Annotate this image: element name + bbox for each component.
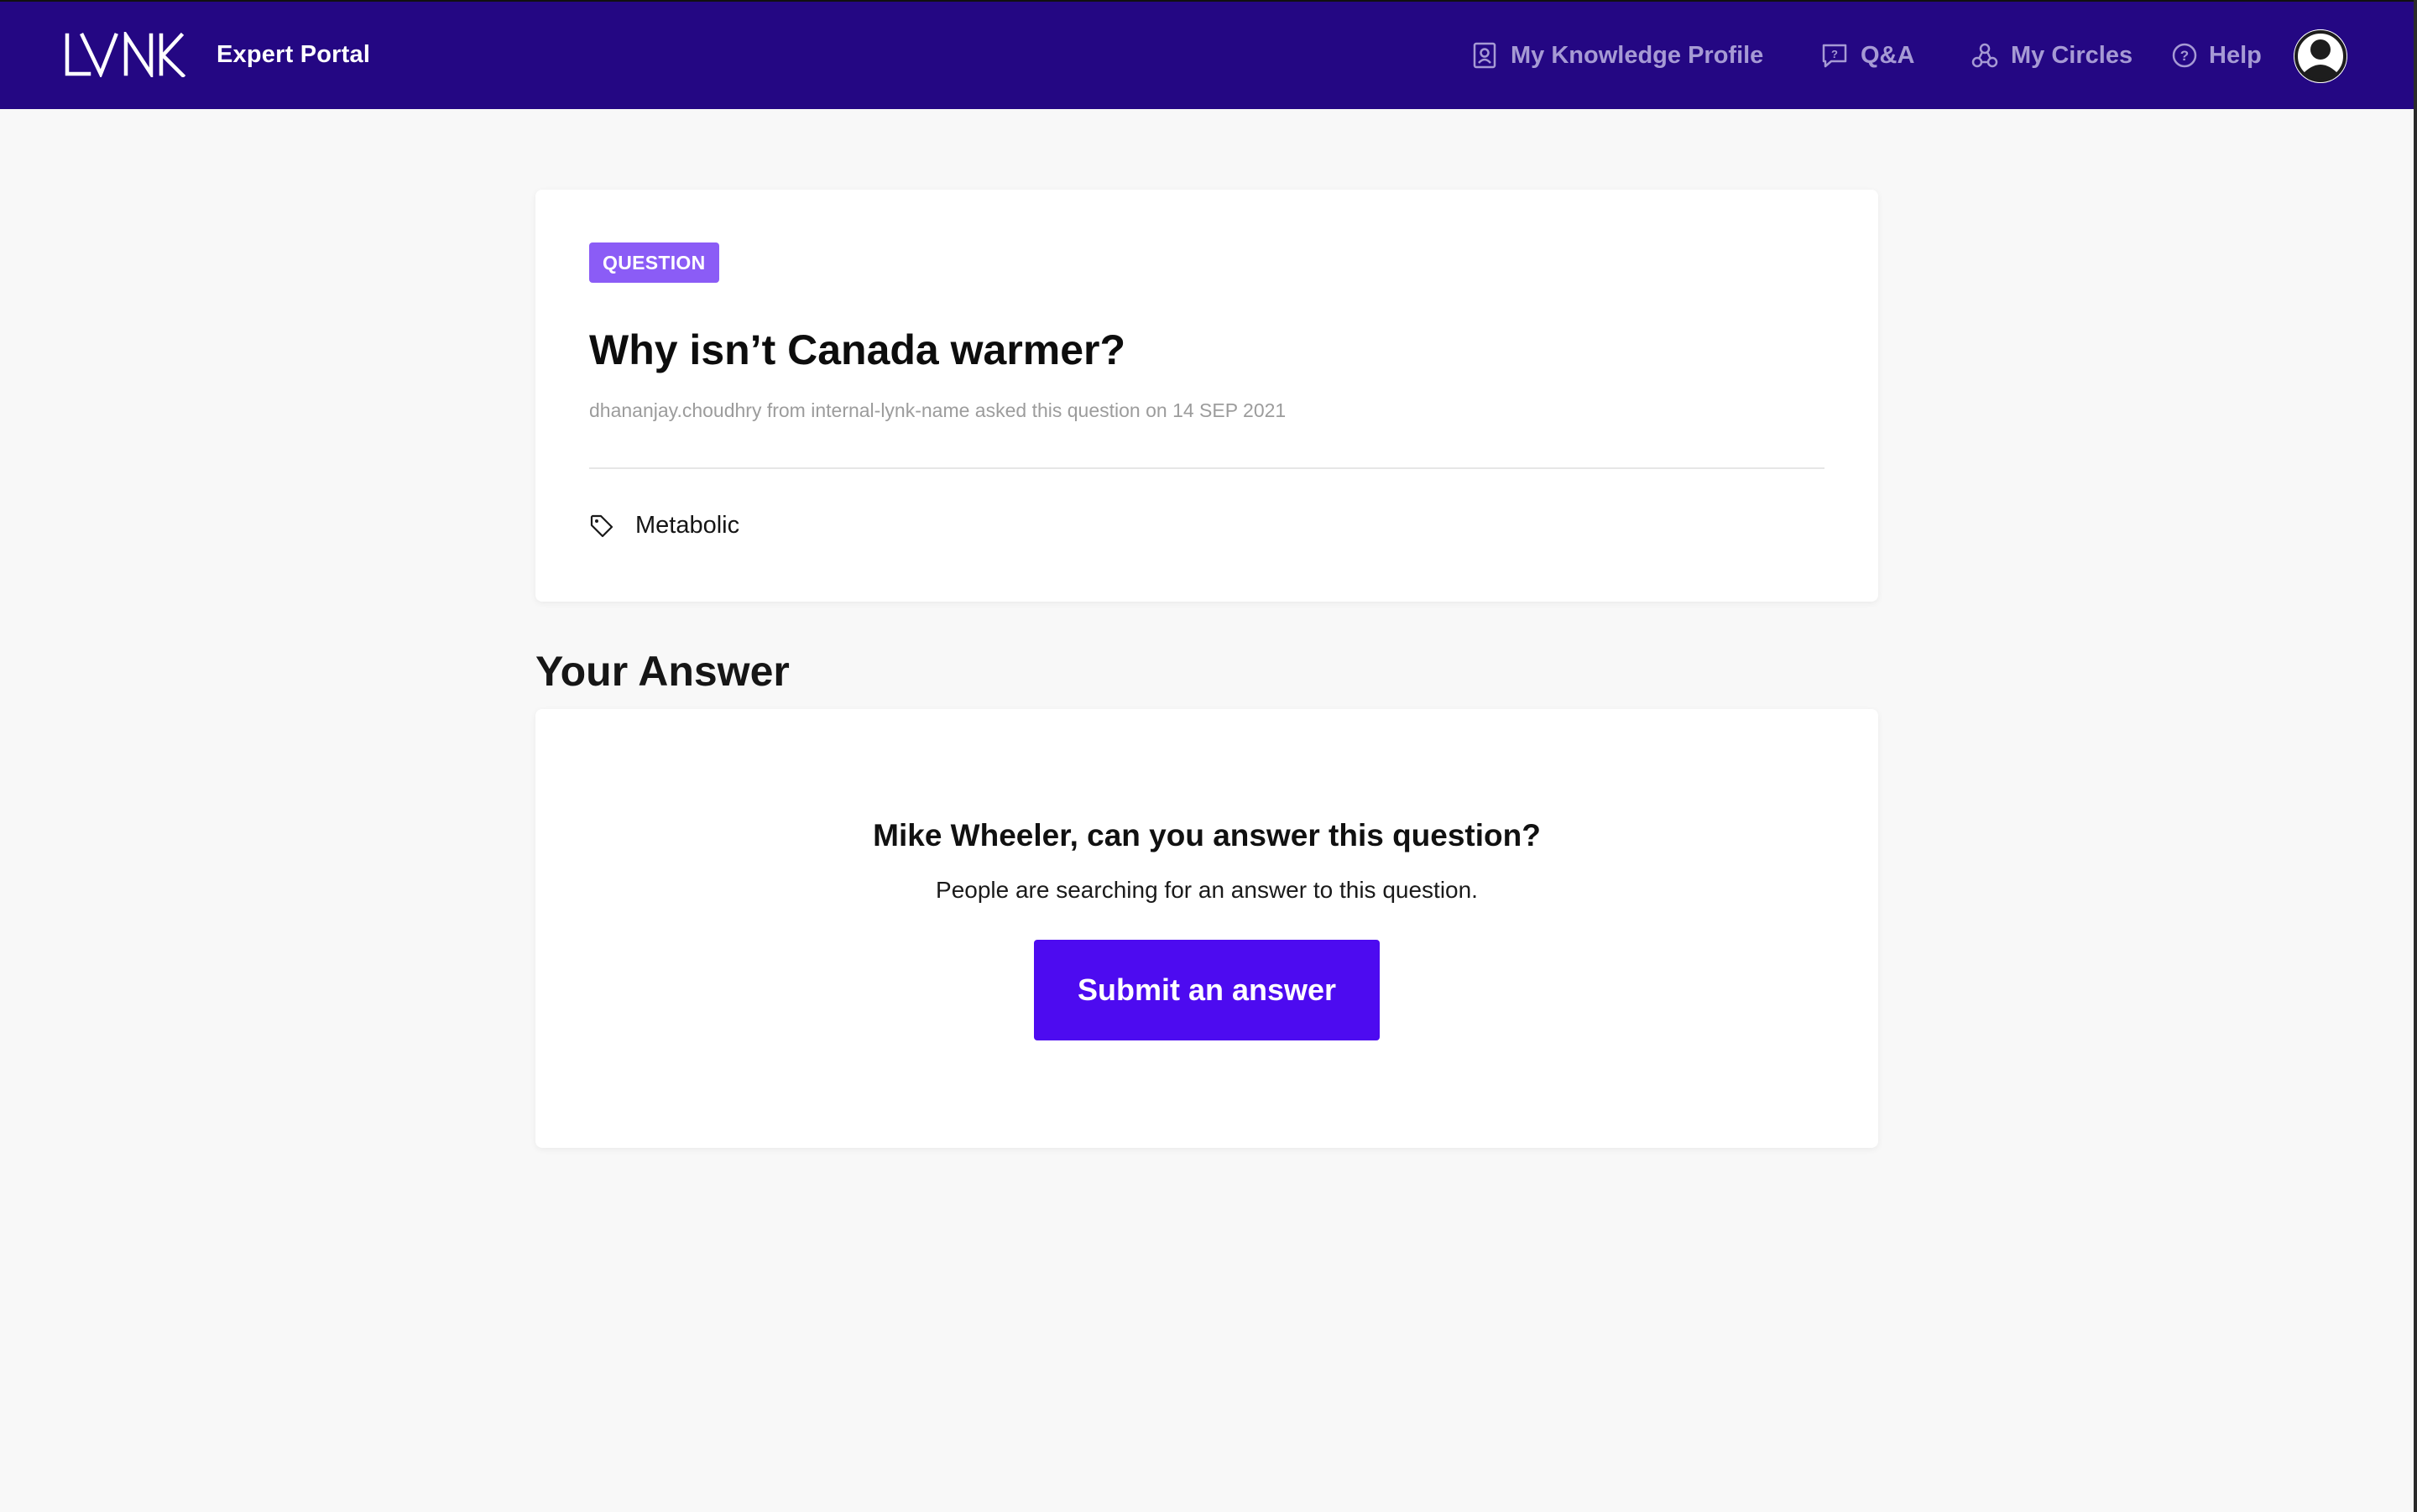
profile-icon	[1473, 42, 1496, 69]
question-meta: dhananjay.choudhry from internal-lynk-na…	[589, 399, 1287, 421]
nav-label: My Circles	[2011, 41, 2133, 69]
portal-name: Expert Portal	[217, 40, 371, 68]
answer-card: Mike Wheeler, can you answer this questi…	[535, 709, 1878, 1148]
qa-icon: ?	[1822, 44, 1847, 68]
answer-prompt-subtitle: People are searching for an answer to th…	[936, 877, 1478, 903]
user-avatar[interactable]	[2294, 29, 2347, 83]
svg-text:?: ?	[1831, 48, 1838, 60]
help-icon: ?	[2172, 43, 2197, 68]
divider	[589, 467, 1824, 469]
question-badge: QUESTION	[589, 242, 719, 283]
nav-my-knowledge-profile[interactable]: My Knowledge Profile	[1470, 30, 1763, 81]
brand: Expert Portal	[64, 32, 370, 77]
question-card: QUESTION Why isn’t Canada warmer? dhanan…	[535, 190, 1878, 602]
submit-answer-button[interactable]: Submit an answer	[1034, 940, 1380, 1040]
nav-label: My Knowledge Profile	[1511, 41, 1764, 69]
svg-text:?: ?	[2180, 48, 2189, 64]
nav-qa[interactable]: ? Q&A	[1820, 30, 1914, 81]
user-avatar-icon	[2294, 29, 2347, 83]
your-answer-heading: Your Answer	[535, 648, 790, 695]
lynk-logo[interactable]	[64, 32, 188, 77]
question-title: Why isn’t Canada warmer?	[589, 326, 1126, 373]
top-nav-bar: Expert Portal My Knowledge Profile ? Q&A	[0, 0, 2417, 109]
tag-row: Metabolic	[589, 512, 739, 540]
nav-label: Q&A	[1861, 41, 1915, 69]
answer-prompt-title: Mike Wheeler, can you answer this questi…	[873, 818, 1541, 852]
nav-my-circles[interactable]: My Circles	[1971, 30, 2132, 81]
nav-label: Help	[2209, 41, 2262, 69]
page: Expert Portal My Knowledge Profile ? Q&A	[0, 0, 2417, 1512]
circles-icon	[1971, 43, 1998, 68]
tag-icon	[590, 514, 613, 537]
tag-metabolic[interactable]: Metabolic	[635, 512, 739, 540]
nav-help[interactable]: ? Help	[2170, 30, 2262, 81]
